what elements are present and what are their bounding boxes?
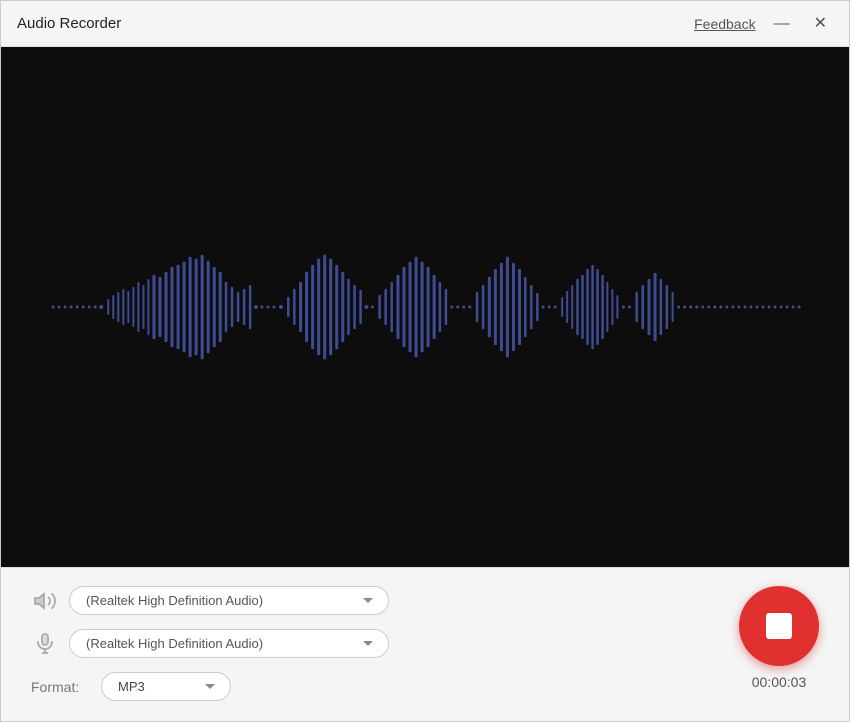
title-bar-right: Feedback — ✕	[694, 14, 833, 34]
speaker-icon	[31, 587, 59, 615]
waveform-display	[43, 151, 806, 463]
microphone-row: (Realtek High Definition Audio)	[31, 629, 719, 658]
controls-area: (Realtek High Definition Audio)	[1, 567, 849, 721]
microphone-select[interactable]: (Realtek High Definition Audio)	[69, 629, 389, 658]
timer-display: 00:00:03	[752, 674, 807, 690]
speaker-select[interactable]: (Realtek High Definition Audio)	[69, 586, 389, 615]
controls-left: (Realtek High Definition Audio)	[31, 586, 719, 701]
close-button[interactable]: ✕	[808, 14, 833, 34]
title-bar-left: Audio Recorder	[17, 15, 121, 32]
stop-record-button[interactable]	[739, 586, 819, 666]
stop-icon	[766, 613, 792, 639]
app-window: Audio Recorder Feedback — ✕	[0, 0, 850, 722]
format-label: Format:	[31, 679, 91, 695]
controls-right: 00:00:03	[739, 586, 819, 690]
format-row: Format: MP3 WAV FLAC AAC	[31, 672, 719, 701]
speaker-row: (Realtek High Definition Audio)	[31, 586, 719, 615]
microphone-icon	[31, 630, 59, 658]
minimize-button[interactable]: —	[768, 14, 796, 34]
window-title: Audio Recorder	[17, 15, 121, 32]
feedback-link[interactable]: Feedback	[694, 16, 755, 32]
format-select[interactable]: MP3 WAV FLAC AAC	[101, 672, 231, 701]
title-bar: Audio Recorder Feedback — ✕	[1, 1, 849, 47]
visualizer-area	[1, 47, 849, 567]
